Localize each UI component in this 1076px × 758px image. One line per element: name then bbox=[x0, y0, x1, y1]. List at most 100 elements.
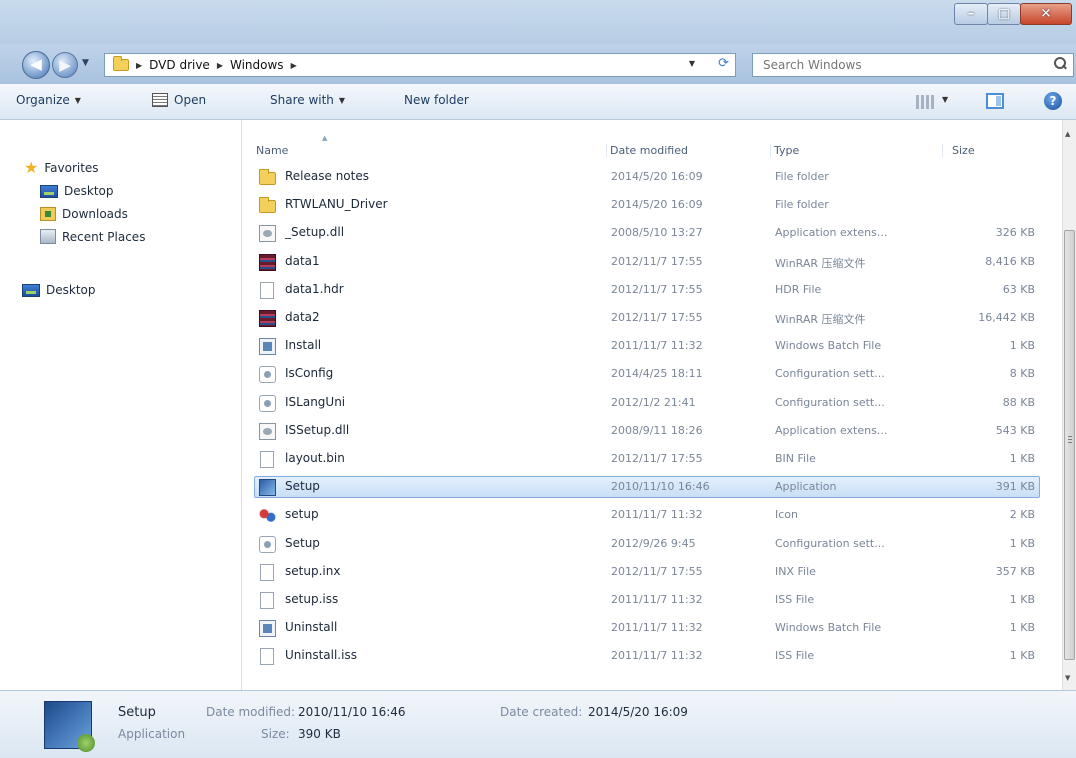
maximize-button[interactable]: □ bbox=[987, 3, 1021, 25]
file-row[interactable]: setup.iss 2011/11/7 11:32 ISS File 1 KB bbox=[254, 589, 1040, 611]
file-date-modified: 2012/1/2 21:41 bbox=[611, 395, 696, 409]
nav-item-label: Desktop bbox=[64, 184, 114, 198]
minimize-button[interactable]: – bbox=[954, 3, 988, 25]
help-icon[interactable]: ? bbox=[1044, 92, 1062, 110]
rar-icon bbox=[259, 310, 276, 327]
scrollbar-thumb[interactable] bbox=[1064, 230, 1075, 660]
nav-item-downloads[interactable]: Downloads bbox=[40, 207, 128, 221]
close-button[interactable]: ✕ bbox=[1020, 3, 1072, 25]
share-with-label: Share with bbox=[270, 93, 334, 107]
nav-item-label: Desktop bbox=[46, 283, 96, 297]
nav-item-recent-places[interactable]: Recent Places bbox=[40, 229, 145, 244]
file-row[interactable]: Uninstall 2011/11/7 11:32 Windows Batch Fi… bbox=[254, 617, 1040, 639]
breadcrumb-arrow-icon[interactable]: ▶ bbox=[291, 61, 297, 70]
file-name: Setup bbox=[285, 479, 320, 494]
file-row[interactable]: Setup 2010/11/10 16:46 Application 391 KB bbox=[254, 476, 1040, 499]
desktop-icon bbox=[22, 283, 40, 297]
file-type: ISS File bbox=[775, 649, 815, 663]
column-divider[interactable] bbox=[770, 144, 771, 158]
file-type: HDR File bbox=[775, 282, 822, 296]
file-row[interactable]: data1 2012/11/7 17:55 WinRAR 压缩文件 8,416 KB bbox=[254, 251, 1040, 273]
file-date-modified: 2008/5/10 13:27 bbox=[611, 226, 703, 240]
desktop-icon bbox=[40, 184, 58, 198]
file-row[interactable]: Uninstall.iss 2011/11/7 11:32 ISS File 1 KB bbox=[254, 645, 1040, 667]
breadcrumb-dvd-drive[interactable]: DVD drive bbox=[149, 58, 210, 72]
file-row[interactable]: Setup 2012/9/26 9:45 Configuration sett...… bbox=[254, 533, 1040, 555]
file-row[interactable]: Install 2011/11/7 11:32 Windows Batch File… bbox=[254, 335, 1040, 357]
file-row[interactable]: IsConfig 2014/4/25 18:11 Configuration set… bbox=[254, 363, 1040, 385]
file-name: ISLangUni bbox=[285, 394, 346, 409]
size-label: Size: bbox=[261, 727, 290, 741]
file-type: Application extens... bbox=[775, 226, 888, 240]
breadcrumb-arrow-icon[interactable]: ▶ bbox=[136, 61, 142, 70]
change-view-icon[interactable] bbox=[916, 95, 934, 109]
file-name: Uninstall bbox=[285, 620, 338, 635]
file-row[interactable]: layout.bin 2012/11/7 17:55 BIN File 1 KB bbox=[254, 448, 1040, 470]
file-icon-cell bbox=[259, 225, 276, 243]
file-name: Install bbox=[285, 338, 322, 353]
scroll-up-icon[interactable]: ▲ bbox=[1065, 130, 1070, 138]
file-row[interactable]: data2 2012/11/7 17:55 WinRAR 压缩文件 16,442 KB bbox=[254, 307, 1040, 329]
organize-button[interactable]: Organize ▼ bbox=[16, 93, 81, 107]
file-icon-cell bbox=[259, 394, 276, 412]
dll-icon bbox=[259, 422, 276, 440]
open-button[interactable]: Open bbox=[152, 93, 206, 107]
file-date-modified: 2010/11/10 16:46 bbox=[611, 480, 710, 494]
file-type: Windows Batch File bbox=[775, 339, 882, 353]
column-header-type[interactable]: Type bbox=[774, 144, 799, 157]
new-folder-button[interactable]: New folder bbox=[404, 93, 469, 107]
forward-button[interactable]: ▶ bbox=[52, 52, 78, 78]
file-size: 1 KB bbox=[1009, 339, 1035, 353]
file-row[interactable]: ISLangUni 2012/1/2 21:41 Configuration set… bbox=[254, 392, 1040, 414]
address-dropdown-icon[interactable]: ▼ bbox=[689, 59, 695, 68]
breadcrumb-arrow-icon[interactable]: ▶ bbox=[217, 61, 223, 70]
file-row[interactable]: data1.hdr 2012/11/7 17:55 HDR File 63 KB bbox=[254, 279, 1040, 301]
dll-icon bbox=[259, 225, 276, 243]
address-bar[interactable]: ▶ DVD drive ▶ Windows ▶ ▼ ⟳ bbox=[104, 53, 736, 77]
refresh-icon[interactable]: ⟳ bbox=[718, 56, 729, 71]
search-box[interactable] bbox=[752, 53, 1074, 77]
file-size: 1 KB bbox=[1009, 536, 1035, 550]
folder-icon bbox=[259, 197, 276, 214]
favorites-node[interactable]: ★ Favorites bbox=[24, 160, 99, 176]
file-row[interactable]: Release notes 2014/5/20 16:09 File folder bbox=[254, 166, 1040, 188]
dropdown-arrow-icon: ▼ bbox=[74, 95, 81, 105]
file-icon-cell bbox=[259, 507, 276, 525]
file-row[interactable]: setup.inx 2012/11/7 17:55 INX File 357 KB bbox=[254, 561, 1040, 583]
organize-label: Organize bbox=[16, 93, 70, 107]
file-row[interactable]: RTWLANU_Driver 2014/5/20 16:09 File folder bbox=[254, 194, 1040, 216]
file-name: setup.iss bbox=[285, 592, 339, 606]
column-header-name[interactable]: Name bbox=[256, 144, 288, 157]
file-row[interactable]: setup 2011/11/7 11:32 Icon 2 KB bbox=[254, 504, 1040, 526]
search-input[interactable] bbox=[753, 54, 1033, 76]
scroll-down-icon[interactable]: ▼ bbox=[1065, 674, 1070, 682]
file-list: ▲ Name Date modified Type Size Release n… bbox=[242, 120, 1062, 690]
preview-pane-icon[interactable] bbox=[986, 93, 1004, 109]
recent-pages-dropdown[interactable]: ▼ bbox=[82, 58, 89, 68]
file-date-modified: 2012/11/7 17:55 bbox=[611, 564, 703, 578]
back-button[interactable]: ◀ bbox=[22, 51, 50, 79]
ico-icon bbox=[259, 507, 276, 525]
folder-icon bbox=[113, 56, 129, 71]
share-with-button[interactable]: Share with ▼ bbox=[270, 93, 345, 107]
breadcrumb-windows[interactable]: Windows bbox=[230, 58, 284, 72]
file-type: Application bbox=[775, 480, 837, 494]
file-row[interactable]: ISSetup.dll 2008/9/11 18:26 Application ex… bbox=[254, 420, 1040, 442]
file-icon-cell bbox=[259, 648, 276, 666]
file-size: 1 KB bbox=[1009, 452, 1035, 465]
column-header-size[interactable]: Size bbox=[952, 144, 975, 157]
file-icon-cell bbox=[259, 479, 276, 497]
nav-item-desktop-root[interactable]: Desktop bbox=[22, 283, 96, 297]
file-row[interactable]: _Setup.dll 2008/5/10 13:27 Application ext… bbox=[254, 222, 1040, 244]
vertical-scrollbar[interactable]: ▲ ▼ bbox=[1062, 120, 1076, 690]
dropdown-arrow-icon: ▼ bbox=[338, 95, 346, 105]
search-icon[interactable] bbox=[1054, 57, 1067, 70]
column-divider[interactable] bbox=[942, 144, 943, 158]
batch-icon bbox=[259, 338, 276, 356]
file-size: 1 KB bbox=[1009, 649, 1035, 663]
nav-item-desktop[interactable]: Desktop bbox=[40, 184, 114, 198]
column-header-date[interactable]: Date modified bbox=[610, 144, 688, 157]
file-type: File folder bbox=[775, 198, 829, 212]
view-dropdown-icon[interactable]: ▼ bbox=[942, 95, 948, 104]
column-divider[interactable] bbox=[606, 144, 607, 158]
